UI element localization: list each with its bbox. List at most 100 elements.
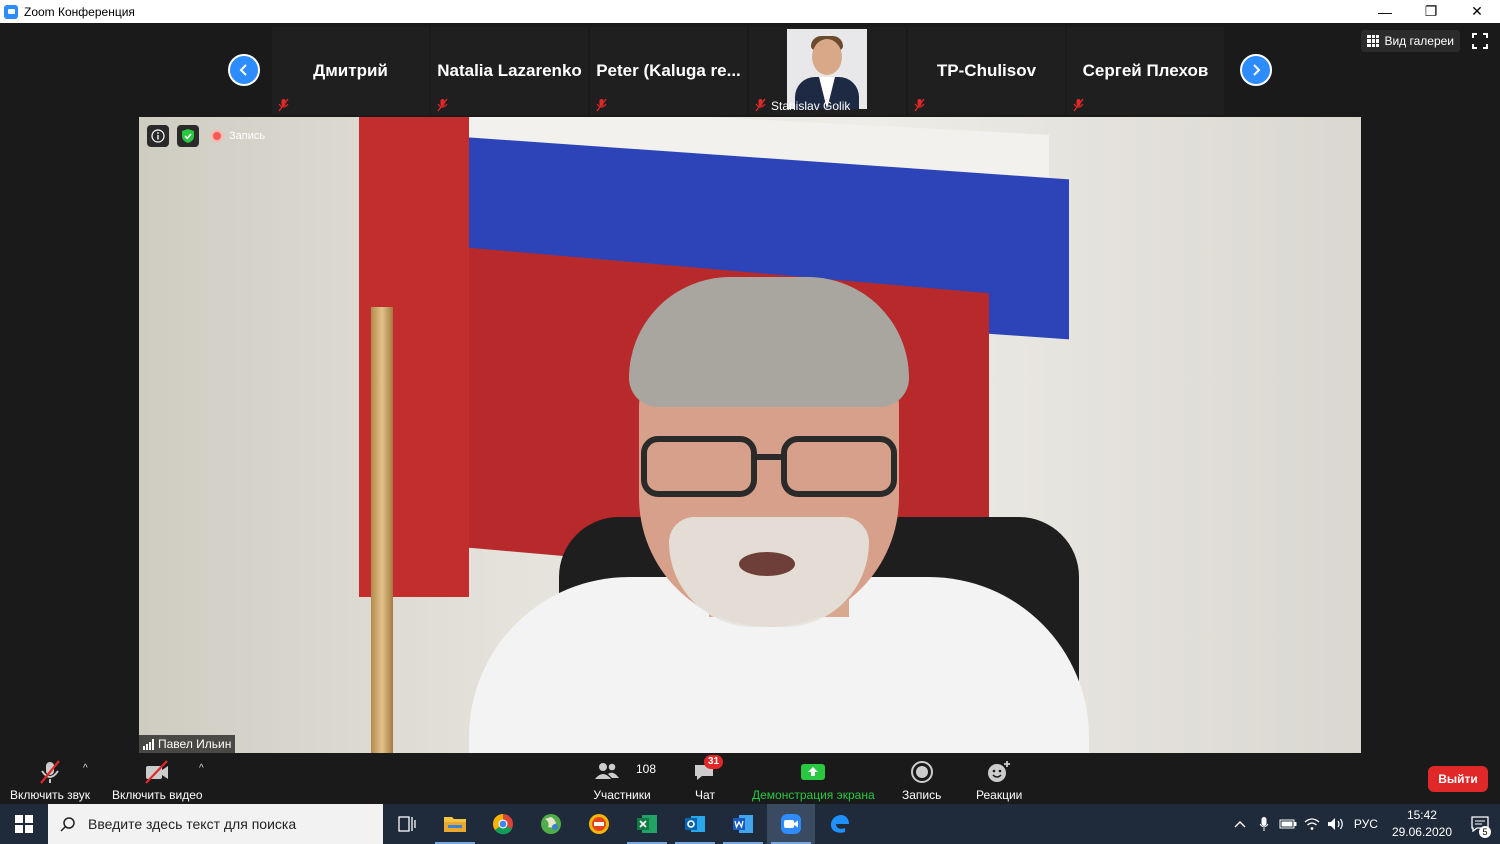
search-icon [60,817,75,832]
active-speaker-video: Запись Павел Ильин [139,117,1361,753]
windows-logo-icon [15,815,33,833]
windows-taskbar: Введите здесь текст для поиска РУС 15:42… [0,804,1500,844]
chrome-icon [493,814,513,835]
participant-strip: Дмитрий Natalia Lazarenko Peter (Kaluga … [272,27,1224,115]
taskbar-zoom[interactable] [767,804,815,844]
battery-icon[interactable] [1276,804,1300,844]
word-icon [733,815,753,833]
task-view-button[interactable] [383,804,431,844]
audio-options-caret[interactable]: ^ [83,763,88,774]
participant-tile-video[interactable]: Stanislav Golik [749,27,906,115]
video-options-caret[interactable]: ^ [199,763,204,774]
mic-muted-icon [755,98,766,112]
taskbar-office-app[interactable] [575,804,623,844]
security-shield-icon[interactable] [177,125,199,147]
tray-expand-icon[interactable] [1228,804,1252,844]
gallery-prev-button[interactable] [228,54,260,86]
clock-date: 29.06.2020 [1391,825,1452,839]
reactions-label: Реакции [976,788,1023,802]
participant-name: Stanislav Golik [771,99,851,113]
mic-muted-icon [1073,98,1084,112]
start-button[interactable] [0,804,48,844]
recording-label: Запись [229,130,266,142]
notification-count: 5 [1479,826,1491,838]
search-placeholder: Введите здесь текст для поиска [88,816,297,832]
reactions-button[interactable]: Реакции [976,759,1022,802]
start-video-button[interactable]: Включить видео [112,759,203,802]
participant-name: Natalia Lazarenko [437,61,582,80]
wifi-icon[interactable] [1300,804,1324,844]
microphone-icon[interactable] [1252,804,1276,844]
taskbar-file-explorer[interactable] [431,804,479,844]
system-tray: РУС 15:42 29.06.2020 5 [1228,804,1500,844]
participant-video [787,29,867,109]
participant-tile[interactable]: TP-Chulisov [908,27,1065,115]
gallery-view-label: Вид галереи [1384,34,1454,48]
window-titlebar: Zoom Конференция — ❐ ✕ [0,0,1500,23]
participant-name: Дмитрий [313,61,388,80]
fullscreen-icon[interactable] [1472,33,1488,49]
mic-muted-icon [914,98,925,112]
office-orange-icon [589,814,609,834]
grid-icon [1367,35,1380,47]
taskbar-chrome[interactable] [479,804,527,844]
video-off-icon [145,760,169,784]
participant-name: Сергей Плехов [1082,61,1209,80]
speaker-name: Павел Ильин [158,737,232,751]
recording-dot-icon [211,130,223,142]
chevron-right-icon [1253,64,1261,76]
gallery-view-button[interactable]: Вид галереи [1361,30,1460,52]
close-button[interactable]: ✕ [1454,0,1500,23]
taskbar-edge[interactable] [815,804,863,844]
meeting-info-icon[interactable] [147,125,169,147]
participant-tile[interactable]: Сергей Плехов [1067,27,1224,115]
leave-meeting-button[interactable]: Выйти [1428,766,1488,792]
recording-indicator: Запись [211,130,265,142]
outlook-icon [685,816,705,832]
input-language[interactable]: РУС [1348,804,1384,844]
taskbar-word[interactable] [719,804,767,844]
folder-icon [444,817,466,832]
unmute-button[interactable]: Включить звук [10,759,90,802]
task-view-icon [398,816,416,832]
flag-pole [371,307,393,753]
gallery-next-button[interactable] [1240,54,1272,86]
taskbar-clock[interactable]: 15:42 29.06.2020 [1384,807,1460,841]
mic-muted-icon [278,98,289,112]
excel-icon [637,815,657,833]
participant-tile[interactable]: Peter (Kaluga re... [590,27,747,115]
taskbar-excel[interactable] [623,804,671,844]
share-screen-button[interactable]: Демонстрация экрана [752,759,875,802]
window-title: Zoom Конференция [24,4,135,19]
volume-icon[interactable] [1324,804,1348,844]
zoom-icon [781,814,801,834]
participant-tile[interactable]: Natalia Lazarenko [431,27,588,115]
action-center-button[interactable]: 5 [1460,804,1500,844]
share-screen-label: Демонстрация экрана [752,788,875,802]
restore-button[interactable]: ❐ [1408,0,1454,23]
minimize-button[interactable]: — [1362,0,1408,23]
chat-button[interactable]: 31 Чат [692,755,724,802]
participant-name: TP-Chulisov [936,61,1037,80]
share-screen-icon [801,764,826,780]
participants-label: Участники [593,788,651,802]
edge-icon [831,815,849,833]
emoji-plus-icon [988,761,1011,782]
taskbar-map-app[interactable] [527,804,575,844]
signal-bars-icon [143,738,154,750]
record-button[interactable]: Запись [902,759,941,802]
taskbar-search[interactable]: Введите здесь текст для поиска [48,804,383,844]
taskbar-outlook[interactable] [671,804,719,844]
participant-tile[interactable]: Дмитрий [272,27,429,115]
mic-muted-icon [437,98,448,112]
globe-icon [541,814,561,834]
speaker-name-tag: Павел Ильин [139,735,236,753]
chat-unread-badge: 31 [704,755,724,769]
speaker-person [409,277,1169,753]
participants-button[interactable]: 108 Участники [592,759,656,802]
unmute-label: Включить звук [10,788,91,802]
zoom-app-icon [4,4,18,19]
mic-muted-icon [596,98,607,112]
participants-count: 108 [636,762,657,776]
participants-icon [595,763,619,779]
